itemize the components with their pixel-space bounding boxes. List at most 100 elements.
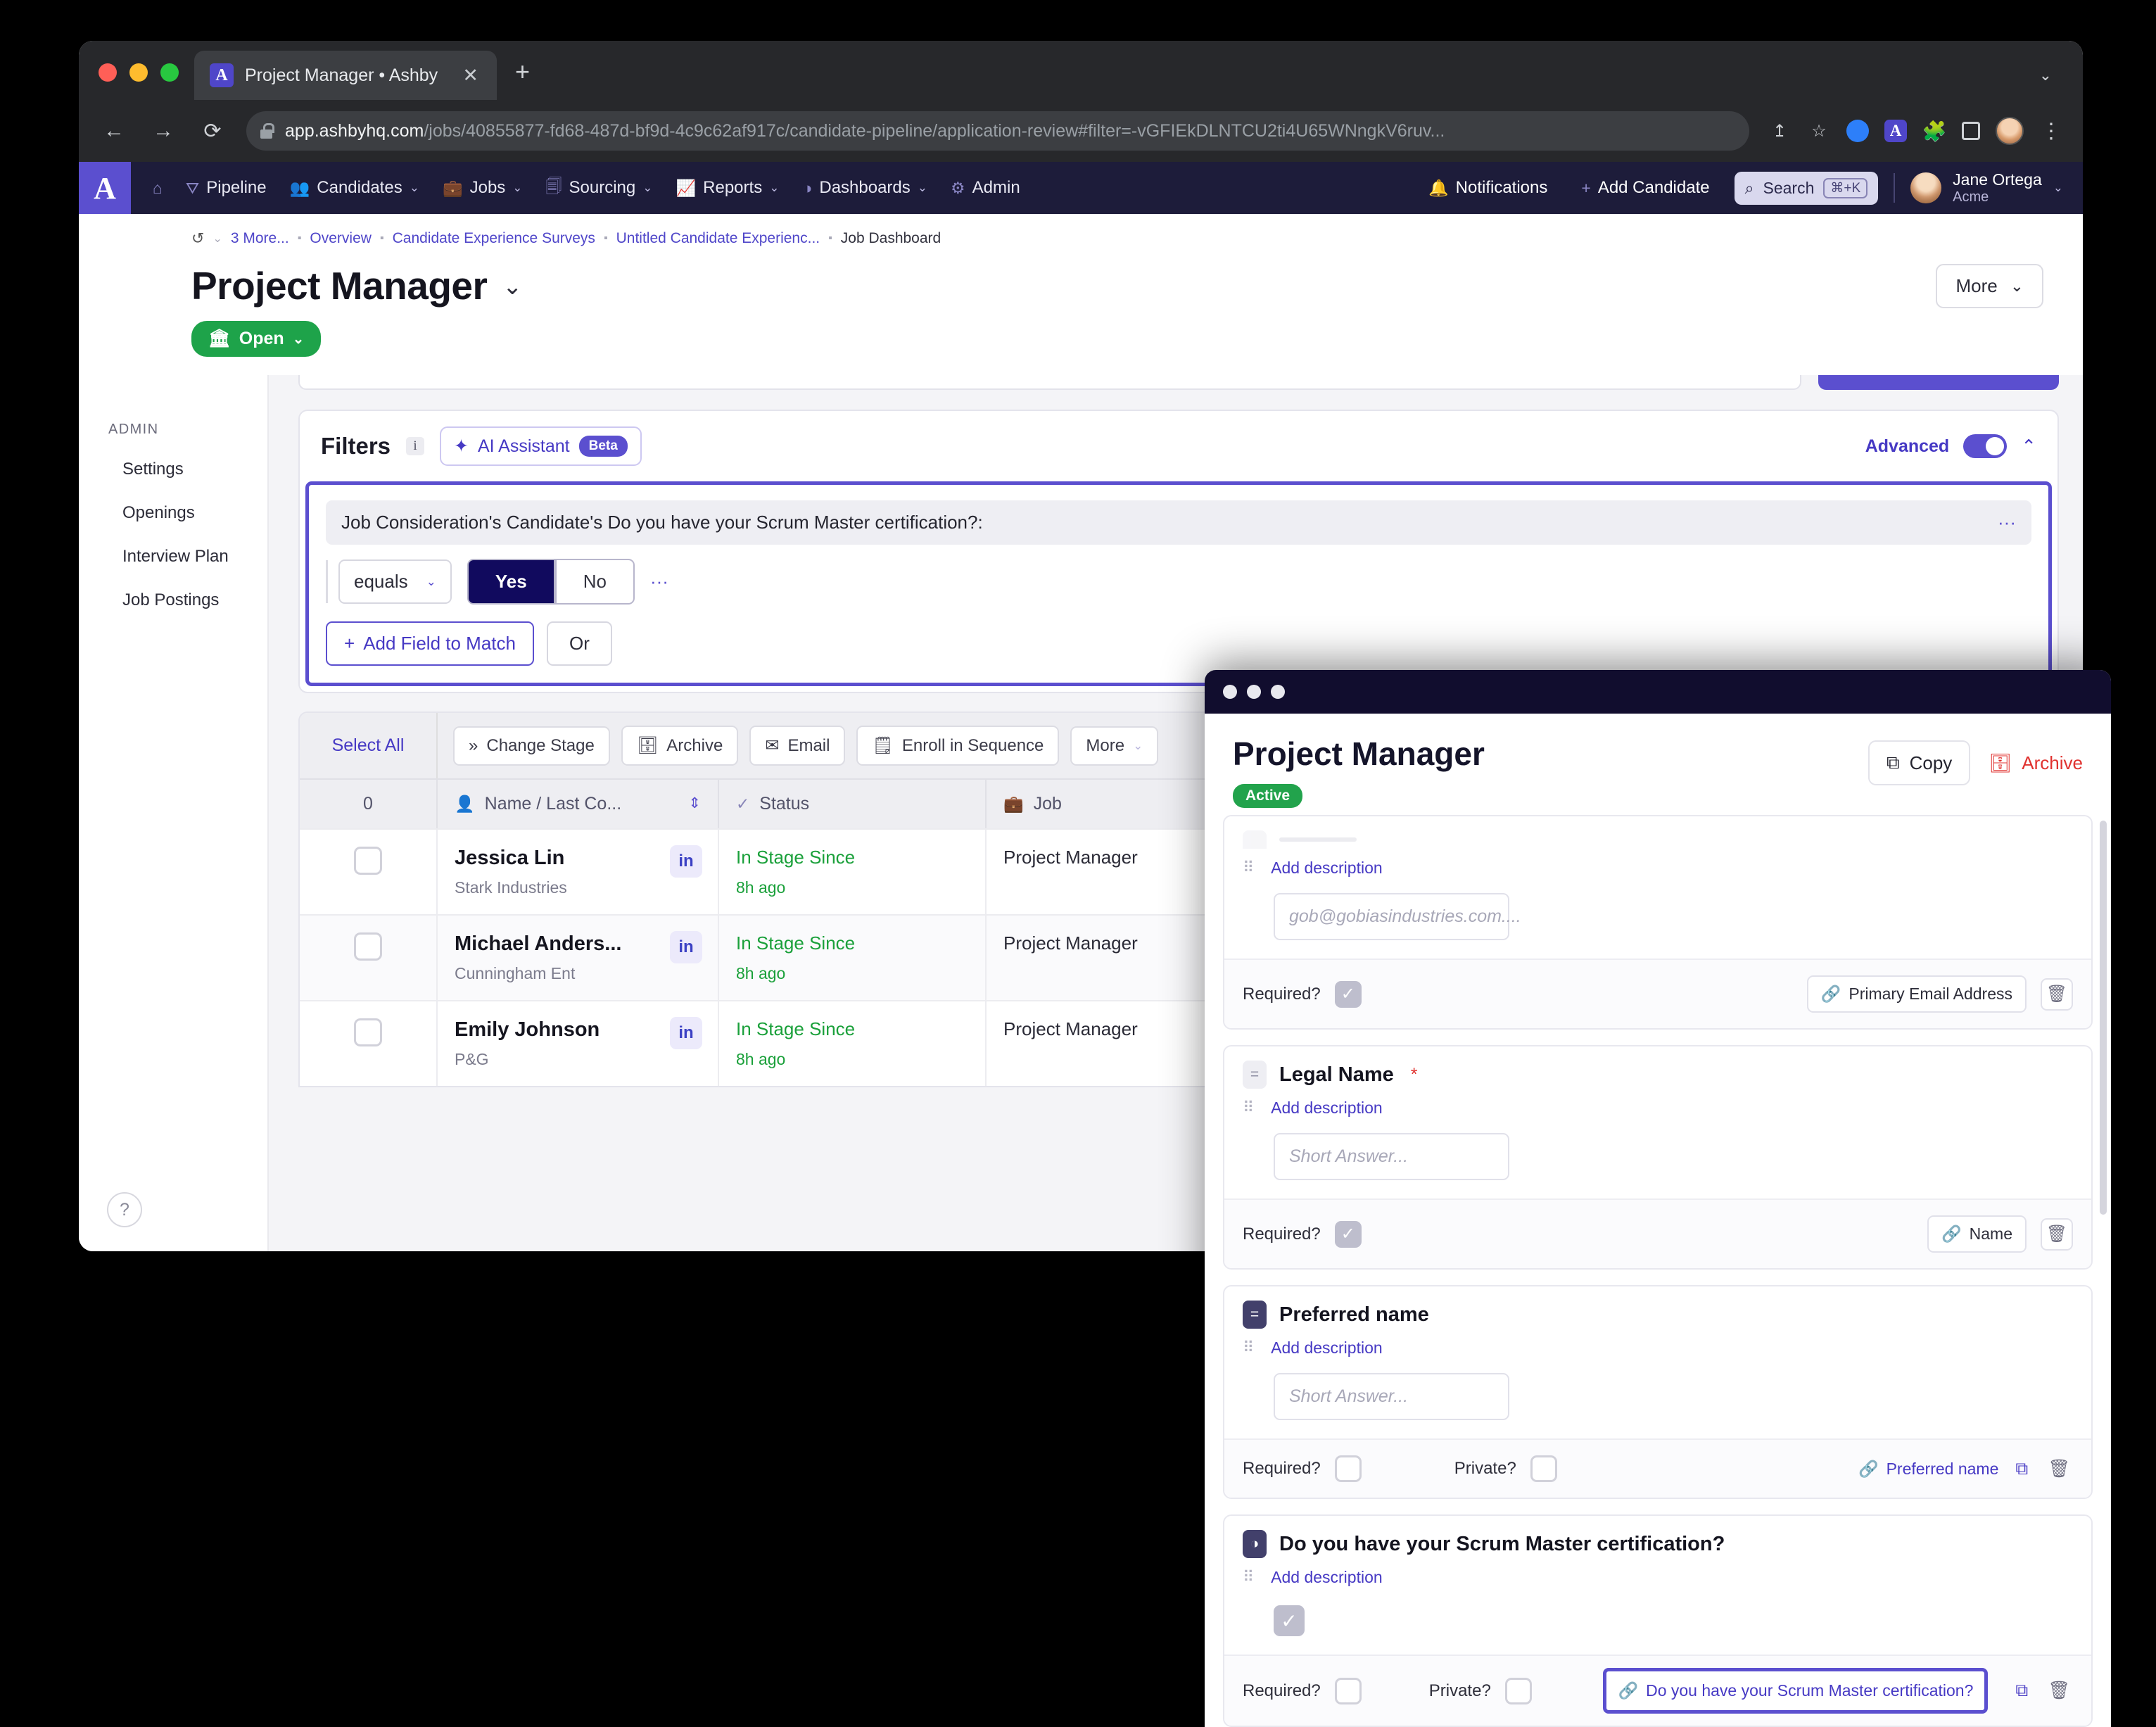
drag-handle-icon[interactable]: ⠿: [1243, 1103, 1255, 1113]
field-mapping-pill[interactable]: 🔗 Primary Email Address: [1807, 975, 2027, 1013]
breadcrumb-item-surveys[interactable]: Candidate Experience Surveys: [393, 230, 595, 247]
enroll-in-sequence-button[interactable]: 🗒Enroll in Sequence: [856, 726, 1059, 766]
close-window-button[interactable]: [1223, 685, 1237, 699]
field-mapping-link[interactable]: 🔗 Do you have your Scrum Master certific…: [1618, 1681, 1973, 1700]
nav-item-jobs[interactable]: 💼Jobs⌄: [433, 172, 532, 204]
minimize-window-button[interactable]: [1247, 685, 1261, 699]
delete-field-button[interactable]: 🗑: [2041, 1218, 2073, 1251]
drag-handle-icon[interactable]: ⠿: [1243, 1572, 1255, 1582]
forward-icon[interactable]: →: [148, 119, 179, 143]
add-field-to-match-button[interactable]: + Add Field to Match: [326, 621, 534, 666]
advanced-toggle[interactable]: [1963, 434, 2007, 458]
nav-home[interactable]: ⌂: [144, 172, 172, 204]
linkedin-icon[interactable]: in: [670, 1017, 702, 1049]
linkedin-icon[interactable]: in: [670, 845, 702, 878]
sort-icon[interactable]: ⇕: [688, 798, 701, 810]
or-button[interactable]: Or: [547, 621, 612, 666]
archive-button[interactable]: 🗄Archive: [621, 726, 739, 766]
copy-button[interactable]: ⧉ Copy: [1868, 740, 1970, 785]
browser-menu-icon[interactable]: ⋮: [2039, 119, 2063, 143]
drag-handle-icon[interactable]: ⠿: [1243, 1343, 1255, 1353]
bookmark-star-icon[interactable]: ☆: [1807, 119, 1831, 143]
close-window-button[interactable]: [99, 63, 117, 82]
page-more-button[interactable]: More ⌄: [1936, 264, 2043, 308]
new-tab-button[interactable]: +: [515, 59, 530, 84]
overflow-menu-icon[interactable]: ···: [650, 578, 668, 585]
archive-button[interactable]: 🗄 Archive: [1989, 752, 2083, 774]
notifications-button[interactable]: 🔔Notifications: [1419, 172, 1556, 204]
add-description-link[interactable]: Add description: [1271, 1339, 1383, 1358]
breadcrumb-item-job-dashboard[interactable]: Job Dashboard: [841, 230, 941, 247]
browser-tab[interactable]: A Project Manager • Ashby ✕: [194, 51, 497, 100]
nav-item-reports[interactable]: 📈Reports⌄: [667, 172, 789, 204]
boolean-field-preview-checkbox[interactable]: ✓: [1274, 1605, 1305, 1636]
minimize-window-button[interactable]: [129, 63, 148, 82]
chevron-down-icon[interactable]: ⌄: [2039, 66, 2052, 84]
delete-field-button[interactable]: 🗑: [2045, 1456, 2073, 1482]
chevron-down-icon[interactable]: ⌄: [502, 272, 522, 300]
filter-field-chip[interactable]: Job Consideration's Candidate's Do you h…: [326, 500, 2031, 545]
sidebar-item-interview-plan[interactable]: Interview Plan: [93, 536, 253, 577]
linkedin-icon[interactable]: in: [670, 931, 702, 963]
close-icon[interactable]: ✕: [457, 66, 484, 85]
scrollbar[interactable]: [2100, 821, 2107, 1215]
nav-item-dashboards[interactable]: ◑Dashboards⌄: [793, 172, 937, 204]
sidebar-item-settings[interactable]: Settings: [93, 449, 253, 490]
reload-icon[interactable]: ⟳: [197, 119, 228, 144]
help-icon[interactable]: ?: [107, 1192, 142, 1227]
private-checkbox[interactable]: [1530, 1455, 1557, 1482]
private-checkbox[interactable]: [1505, 1678, 1532, 1704]
field-mapping-link[interactable]: 🔗 Preferred name: [1858, 1460, 1998, 1479]
delete-field-button[interactable]: 🗑: [2041, 978, 2073, 1011]
breadcrumb-item-more[interactable]: 3 More...: [231, 230, 289, 247]
more-actions-button[interactable]: More⌄: [1070, 726, 1158, 766]
nav-item-candidates[interactable]: 👥Candidates⌄: [281, 172, 429, 204]
row-checkbox[interactable]: [354, 1018, 382, 1046]
add-description-link[interactable]: Add description: [1271, 859, 1383, 878]
share-icon[interactable]: ↥: [1768, 119, 1792, 143]
maximize-window-button[interactable]: [1271, 685, 1285, 699]
user-menu[interactable]: Jane Ortega Acme ⌄: [1910, 170, 2063, 205]
delete-field-button[interactable]: 🗑: [2045, 1678, 2073, 1704]
global-search-button[interactable]: ⌕ Search ⌘+K: [1735, 172, 1879, 205]
extensions-puzzle-icon[interactable]: 🧩: [1922, 119, 1946, 143]
header-name[interactable]: 👤 Name / Last Co... ⇕: [438, 780, 719, 828]
add-description-link[interactable]: Add description: [1271, 1099, 1383, 1118]
sidebar-item-job-postings[interactable]: Job Postings: [93, 580, 253, 621]
nav-item-admin[interactable]: ⚙Admin: [941, 172, 1029, 204]
field-mapping-pill[interactable]: 🔗 Name: [1927, 1215, 2027, 1253]
breadcrumb-item-untitled[interactable]: Untitled Candidate Experienc...: [616, 230, 820, 247]
drag-handle-icon[interactable]: ⠿: [1243, 863, 1255, 873]
nav-item-pipeline[interactable]: ⛛Pipeline: [177, 172, 276, 204]
info-icon[interactable]: i: [406, 437, 424, 455]
ashby-logo[interactable]: A: [79, 162, 131, 214]
change-stage-button[interactable]: »Change Stage: [453, 726, 610, 766]
back-icon[interactable]: ←: [99, 119, 129, 143]
email-field-preview[interactable]: gob@gobiasindustries.com....: [1274, 893, 1509, 940]
breadcrumb-item-overview[interactable]: Overview: [310, 230, 372, 247]
overflow-menu-icon[interactable]: ···: [1998, 519, 2016, 526]
required-checkbox[interactable]: [1335, 1455, 1362, 1482]
required-checkbox[interactable]: ✓: [1335, 1221, 1362, 1248]
duplicate-field-button[interactable]: ⧉: [2012, 1678, 2031, 1704]
add-candidate-button[interactable]: +Add Candidate: [1572, 172, 1718, 204]
row-checkbox[interactable]: [354, 932, 382, 961]
duplicate-field-button[interactable]: ⧉: [2012, 1456, 2031, 1482]
filter-value-no[interactable]: No: [555, 559, 635, 605]
history-icon[interactable]: ↺: [191, 229, 204, 248]
row-checkbox[interactable]: [354, 847, 382, 875]
extension-ashby-icon[interactable]: A: [1884, 120, 1907, 142]
chevron-down-icon[interactable]: ⌄: [213, 232, 222, 246]
header-status[interactable]: ✓ Status: [719, 780, 987, 828]
add-description-link[interactable]: Add description: [1271, 1568, 1383, 1587]
extension-blue-icon[interactable]: [1846, 120, 1869, 142]
advanced-label[interactable]: Advanced: [1865, 436, 1949, 457]
url-bar[interactable]: app.ashbyhq.com/jobs/40855877-fd68-487d-…: [246, 111, 1749, 151]
filter-operator-select[interactable]: equals ⌄: [338, 559, 452, 604]
short-answer-preview[interactable]: Short Answer...: [1274, 1373, 1509, 1420]
select-all-button[interactable]: Select All: [300, 713, 438, 778]
job-status-badge[interactable]: 🏛 Open ⌄: [191, 321, 321, 357]
chevron-up-icon[interactable]: ⌃: [2021, 436, 2036, 457]
chrome-profile-avatar[interactable]: [1996, 117, 2024, 145]
filter-value-yes[interactable]: Yes: [467, 559, 555, 605]
